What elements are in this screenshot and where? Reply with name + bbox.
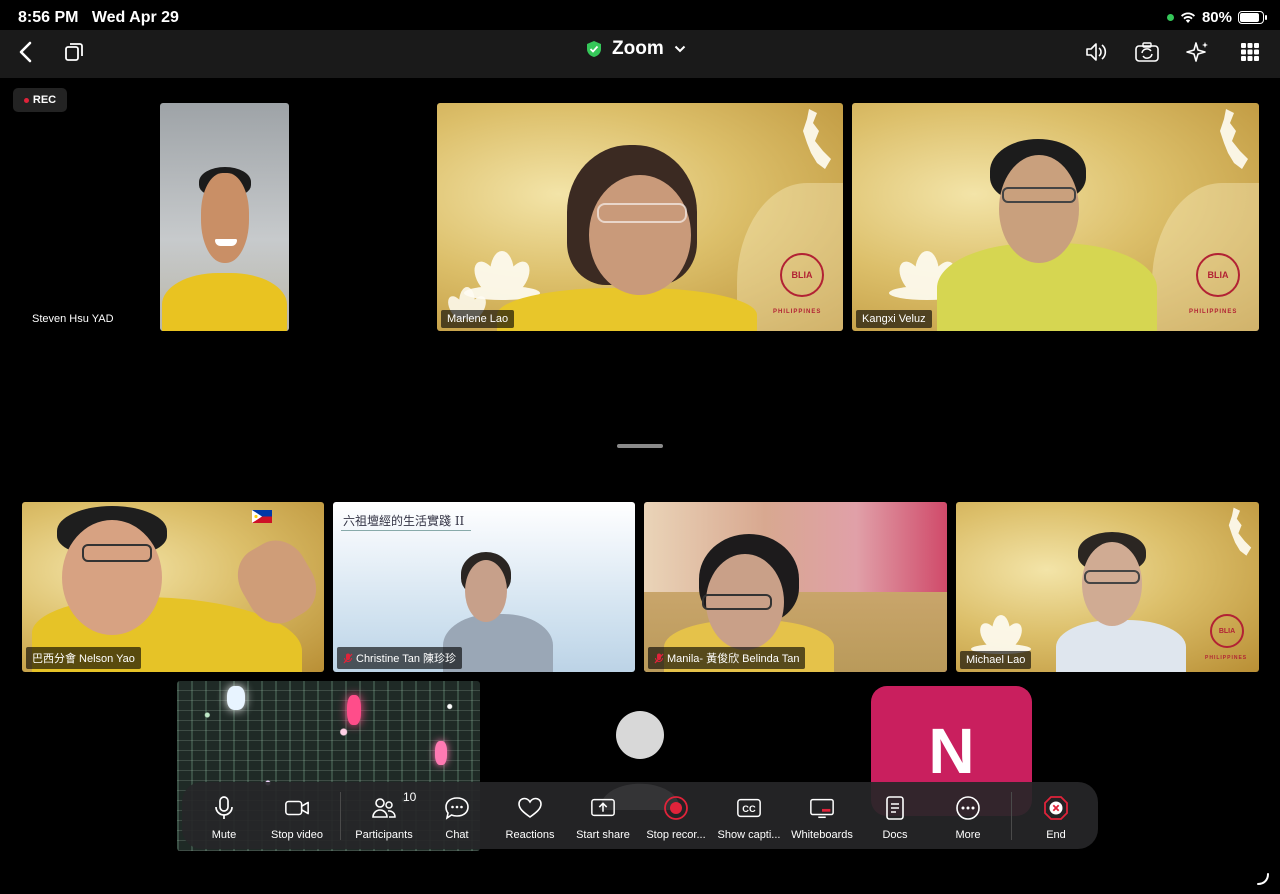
- shield-check-icon: [587, 41, 601, 57]
- whiteboard-icon: [809, 795, 835, 821]
- status-time: 8:56 PM Wed Apr 29: [18, 9, 179, 26]
- participant-figure: [162, 273, 287, 331]
- whiteboards-button[interactable]: Whiteboards: [787, 782, 857, 849]
- participant-name-bar: Michael Lao: [960, 651, 1032, 669]
- slide-title: 六祖壇經的生活實踐 II: [343, 514, 465, 528]
- record-icon: [663, 795, 689, 821]
- start-share-button[interactable]: Start share: [568, 782, 638, 849]
- video-tile-kangxi[interactable]: BLIA PHILIPPINES Kangxi Veluz: [852, 103, 1259, 331]
- video-tile-steven[interactable]: [160, 103, 289, 331]
- camera-in-use-indicator: [1166, 14, 1174, 21]
- microphone-icon: [211, 795, 237, 821]
- chat-bubble-icon: [444, 795, 470, 821]
- video-tile-christine[interactable]: 六祖壇經的生活實踐 II Christine Tan 陳珍珍: [333, 502, 635, 672]
- wifi-icon: [1180, 12, 1195, 23]
- back-chevron-icon[interactable]: [10, 36, 42, 68]
- battery-percent: 80%: [1201, 9, 1232, 26]
- show-captions-button[interactable]: CC Show capti...: [714, 782, 784, 849]
- video-tile-michael[interactable]: BLIA PHILIPPINES Michael Lao: [956, 502, 1259, 672]
- status-indicators: 80%: [1166, 9, 1267, 26]
- video-tile-marlene[interactable]: BLIA PHILIPPINES Marlene Lao: [437, 103, 843, 331]
- apps-grid-icon[interactable]: [1234, 36, 1266, 68]
- meeting-top-bar: Zoom: [0, 30, 1280, 78]
- share-screen-icon: [590, 795, 616, 821]
- chat-button[interactable]: Chat: [422, 782, 492, 849]
- participant-name: Steven Hsu YAD: [32, 313, 114, 325]
- heart-icon: [517, 795, 543, 821]
- document-icon: [882, 795, 908, 821]
- participant-name-bar: Christine Tan 陳珍珍: [337, 647, 463, 669]
- participant-name-bar: Kangxi Veluz: [856, 310, 932, 328]
- status-bar: 8:56 PM Wed Apr 29 80%: [0, 0, 1280, 34]
- meeting-control-bar: Mute Stop video Participants 10 Chat Rea…: [182, 782, 1098, 849]
- more-dots-icon: [955, 795, 981, 821]
- organization-emblem: BLIA: [1196, 253, 1240, 297]
- more-button[interactable]: More: [933, 782, 1003, 849]
- window-switch-icon[interactable]: [58, 36, 90, 68]
- video-camera-icon: [284, 795, 310, 821]
- stop-recording-button[interactable]: Stop recor...: [641, 782, 711, 849]
- speaker-icon[interactable]: [1080, 36, 1112, 68]
- participant-name-bar: 巴西分會 Nelson Yao: [26, 647, 141, 669]
- video-tile-belinda[interactable]: Manila- 黃俊欣 Belinda Tan: [644, 502, 947, 672]
- map-decoration: [803, 109, 831, 169]
- resize-corner-icon: [1257, 873, 1269, 885]
- participant-name-bar: Marlene Lao: [441, 310, 515, 328]
- end-call-icon: [1043, 795, 1069, 821]
- gallery-resize-handle[interactable]: [617, 444, 663, 448]
- participant-name-bar: Manila- 黃俊欣 Belinda Tan: [648, 647, 806, 669]
- stop-video-button[interactable]: Stop video: [262, 782, 332, 849]
- chevron-down-icon: [674, 45, 685, 53]
- mic-muted-icon: [654, 653, 664, 663]
- switch-camera-icon[interactable]: [1131, 36, 1163, 68]
- organization-emblem: BLIA: [1210, 614, 1244, 648]
- mic-muted-icon: [343, 653, 353, 663]
- reactions-button[interactable]: Reactions: [495, 782, 565, 849]
- map-decoration: [1228, 507, 1252, 556]
- lotus-decoration: [971, 615, 1031, 654]
- end-meeting-button[interactable]: End: [1021, 782, 1091, 849]
- svg-text:CC: CC: [742, 804, 756, 814]
- meeting-title-dropdown[interactable]: Zoom: [586, 38, 686, 60]
- captions-icon: CC: [736, 795, 762, 821]
- participants-icon: [371, 795, 397, 821]
- participants-count: 10: [403, 790, 417, 804]
- philippines-flag-icon: [252, 510, 272, 523]
- mute-button[interactable]: Mute: [189, 782, 259, 849]
- meeting-title: Zoom: [612, 38, 664, 59]
- video-tile-nelson[interactable]: 巴西分會 Nelson Yao: [22, 502, 324, 672]
- map-decoration: [1220, 109, 1248, 169]
- record-dot-icon: [23, 97, 29, 103]
- docs-button[interactable]: Docs: [860, 782, 930, 849]
- recording-badge: REC: [13, 88, 67, 112]
- ai-companion-icon[interactable]: [1182, 36, 1214, 68]
- battery-icon: [1238, 11, 1267, 24]
- organization-emblem: BLIA: [780, 253, 824, 297]
